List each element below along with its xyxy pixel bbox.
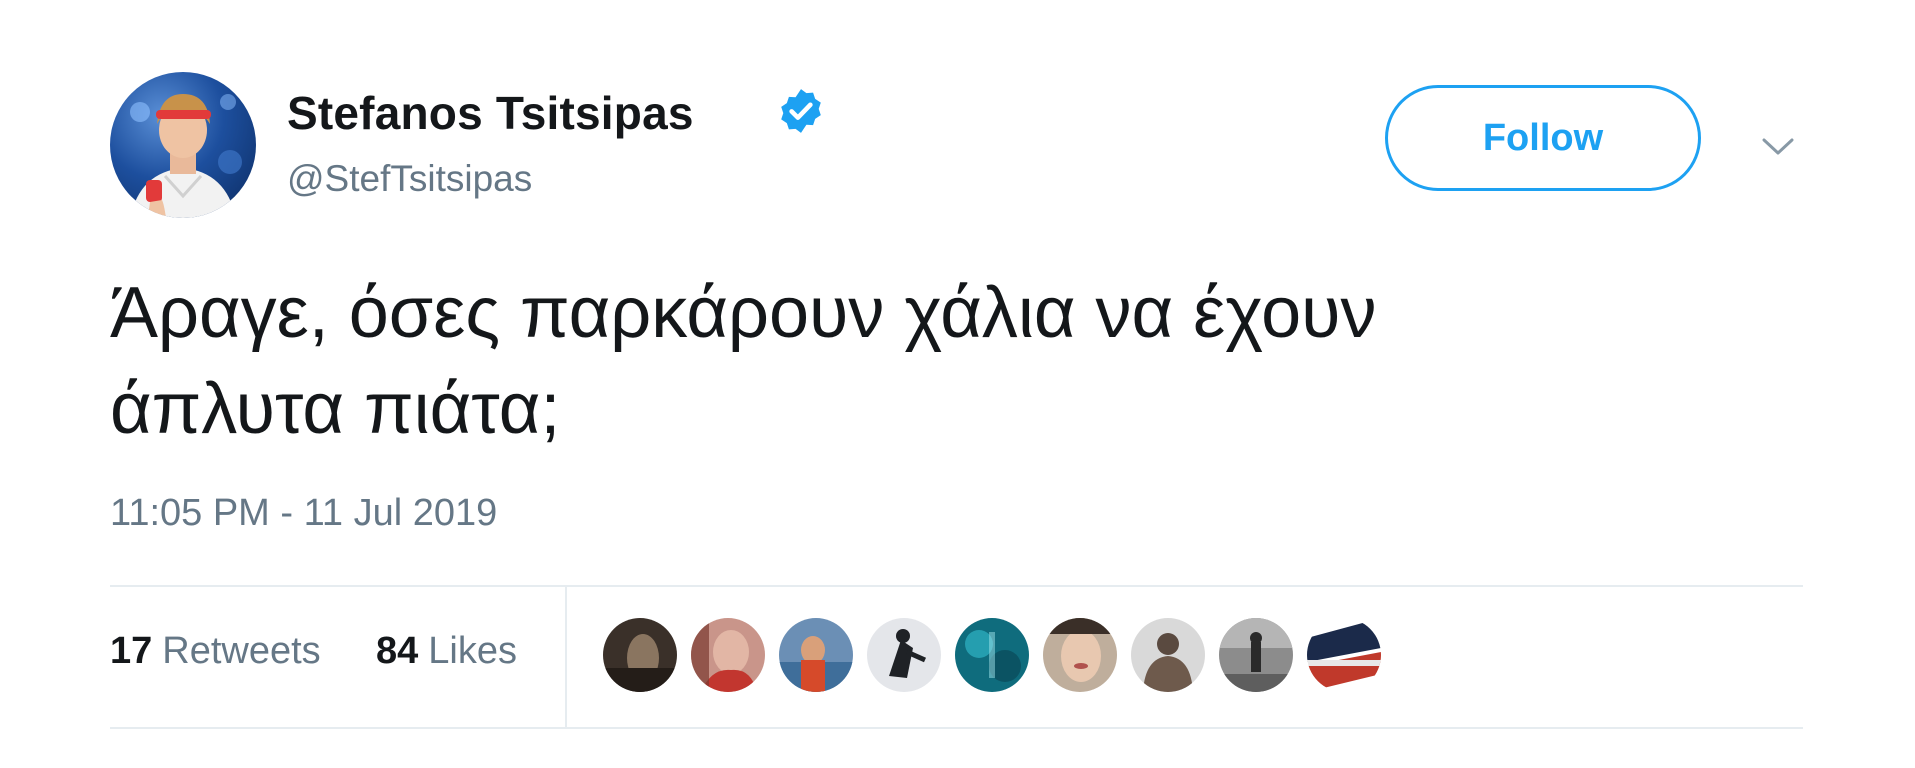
- tweet-timestamp[interactable]: 11:05 PM - 11 Jul 2019: [110, 492, 497, 535]
- verified-badge-icon: [781, 89, 821, 133]
- likes-label: Likes: [428, 630, 517, 672]
- liker-avatar[interactable]: [955, 618, 1029, 692]
- liker-avatar[interactable]: [1219, 618, 1293, 692]
- chevron-down-icon[interactable]: [1758, 126, 1798, 166]
- liker-avatar[interactable]: [1043, 618, 1117, 692]
- likes-stat[interactable]: 84 Likes: [376, 630, 517, 673]
- retweets-count: 17: [110, 630, 153, 672]
- avatar-image: [130, 94, 242, 218]
- tweet-card: Stefanos Tsitsipas @StefTsitsipas Follow…: [0, 0, 1915, 768]
- retweets-label: Retweets: [162, 630, 321, 672]
- tweet-text: Άραγε, όσες παρκάρουν χάλια να έχουν άπλ…: [110, 265, 1830, 457]
- liker-avatar[interactable]: [867, 618, 941, 692]
- stats-separator: [565, 587, 567, 727]
- author-name[interactable]: Stefanos Tsitsipas: [287, 86, 694, 140]
- tweet-text-line: άπλυτα πιάτα;: [110, 369, 561, 449]
- likes-count: 84: [376, 630, 419, 672]
- divider: [110, 585, 1803, 587]
- liker-avatar[interactable]: [691, 618, 765, 692]
- liker-avatar[interactable]: [603, 618, 677, 692]
- tweet-text-line: Άραγε, όσες παρκάρουν χάλια να έχουν: [110, 273, 1377, 353]
- liker-avatar[interactable]: [1307, 618, 1381, 692]
- liker-avatar[interactable]: [1131, 618, 1205, 692]
- author-handle[interactable]: @StefTsitsipas: [287, 158, 532, 200]
- author-avatar[interactable]: [110, 72, 256, 218]
- retweets-stat[interactable]: 17 Retweets: [110, 630, 321, 673]
- divider: [110, 727, 1803, 729]
- liker-avatar[interactable]: [779, 618, 853, 692]
- follow-button[interactable]: Follow: [1385, 85, 1701, 191]
